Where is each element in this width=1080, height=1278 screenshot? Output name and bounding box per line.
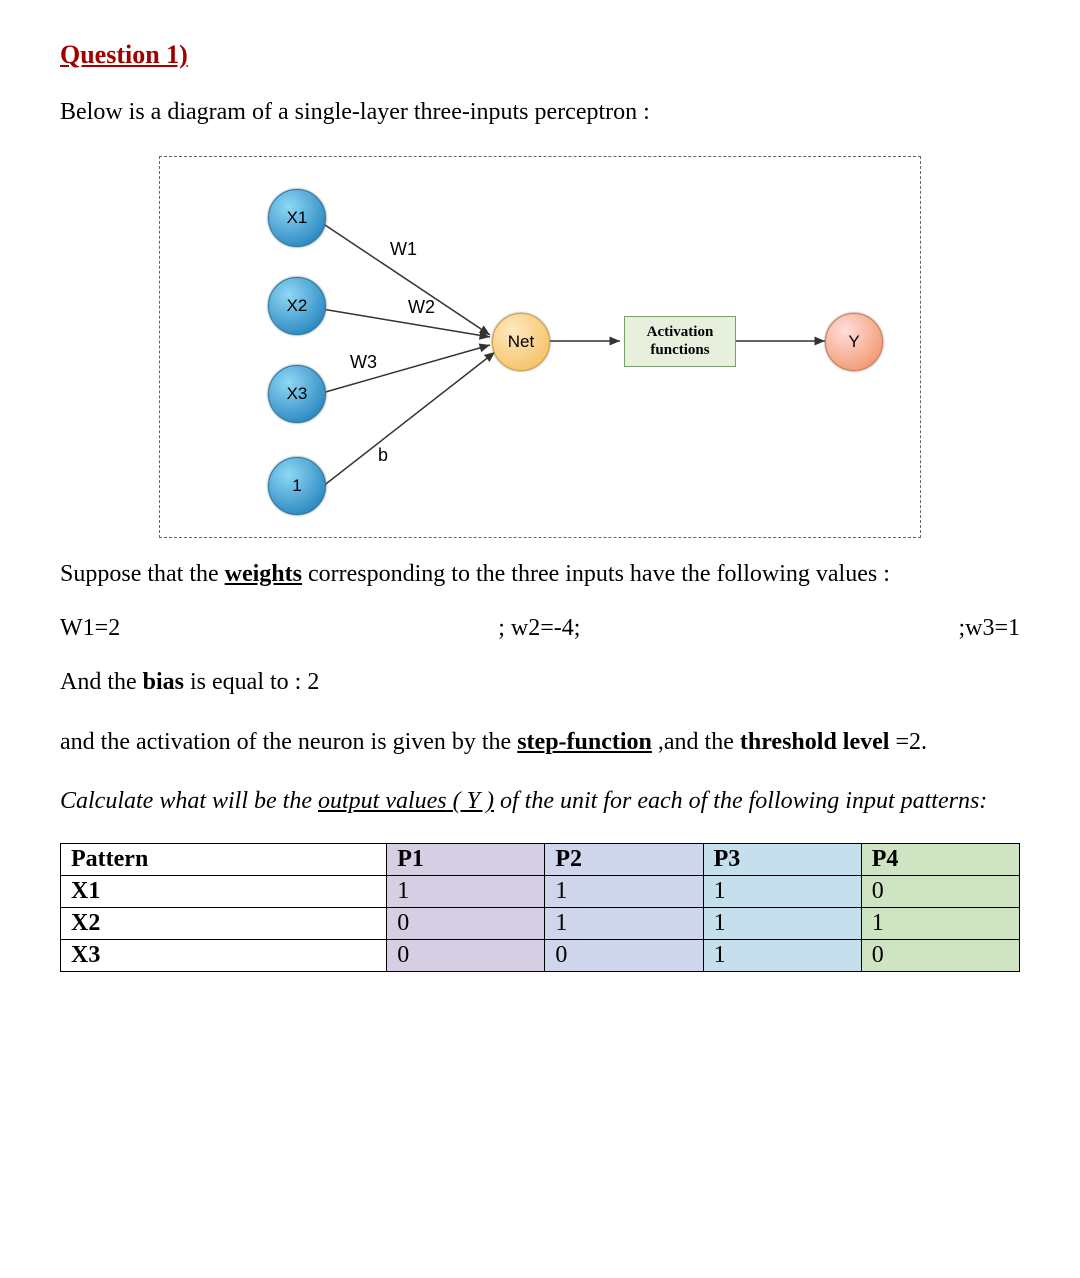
activation-box: Activation functions [624,316,736,368]
th-p1: P1 [387,843,545,875]
calc-pre: Calculate what will be the [60,788,318,814]
cell: 1 [703,907,861,939]
label-w2: W2 [408,297,435,318]
calc-post: of the unit for each of the following in… [494,788,987,814]
pattern-table: Pattern P1 P2 P3 P4 X1 1 1 1 0 X2 0 1 1 … [60,843,1020,972]
cell: 1 [387,875,545,907]
w3-value: ;w3=1 [958,615,1020,642]
label-w3: W3 [350,352,377,373]
th-p2: P2 [545,843,703,875]
row-label-x2: X2 [61,907,387,939]
activation-mid: ,and the [652,729,740,755]
label-w1: W1 [390,239,417,260]
cell: 1 [861,907,1019,939]
th-p3: P3 [703,843,861,875]
w1-value: W1=2 [60,615,120,642]
label-b: b [378,445,388,466]
activation-line2: functions [650,342,709,358]
cell: 0 [387,939,545,971]
table-row: X2 0 1 1 1 [61,907,1020,939]
weights-values: W1=2 ; w2=-4; ;w3=1 [60,615,1020,642]
node-x1: X1 [268,189,326,247]
cell: 0 [861,939,1019,971]
cell: 0 [545,939,703,971]
bias-pre: And the [60,669,143,695]
cell: 1 [545,875,703,907]
intro-text: Below is a diagram of a single-layer thr… [60,90,1020,136]
activation-line1: Activation [647,324,714,340]
question-title: Question 1) [60,40,1020,70]
cell: 1 [703,875,861,907]
node-y: Y [825,313,883,371]
calculate-text: Calculate what will be the output values… [60,779,1020,825]
table-row: X3 0 0 1 0 [61,939,1020,971]
th-pattern: Pattern [61,843,387,875]
output-values-word: output values [318,788,447,814]
bias-word: bias [143,669,184,695]
y-word: ( Y ) [447,788,494,814]
cell: 1 [703,939,861,971]
threshold-word: threshold level [740,729,890,755]
cell: 0 [387,907,545,939]
activation-pre: and the activation of the neuron is give… [60,729,517,755]
table-row: X1 1 1 1 0 [61,875,1020,907]
th-p4: P4 [861,843,1019,875]
cell: 1 [545,907,703,939]
suppose-text: Suppose that the weights corresponding t… [60,552,1020,598]
threshold-post: =2. [889,729,927,755]
perceptron-diagram: X1 X2 X3 1 Net Activation functions Y W1… [159,156,921,538]
node-net: Net [492,313,550,371]
table-header-row: Pattern P1 P2 P3 P4 [61,843,1020,875]
weights-word: weights [225,561,302,587]
suppose-post: corresponding to the three inputs have t… [302,561,890,587]
bias-post: is equal to : 2 [184,669,319,695]
node-x3: X3 [268,365,326,423]
w2-value: ; w2=-4; [498,615,580,642]
cell: 0 [861,875,1019,907]
row-label-x1: X1 [61,875,387,907]
bias-text: And the bias is equal to : 2 [60,660,1020,706]
suppose-pre: Suppose that the [60,561,225,587]
node-x2: X2 [268,277,326,335]
node-bias-1: 1 [268,457,326,515]
activation-text: and the activation of the neuron is give… [60,720,1020,766]
row-label-x3: X3 [61,939,387,971]
stepfn-word: step-function [517,729,652,755]
